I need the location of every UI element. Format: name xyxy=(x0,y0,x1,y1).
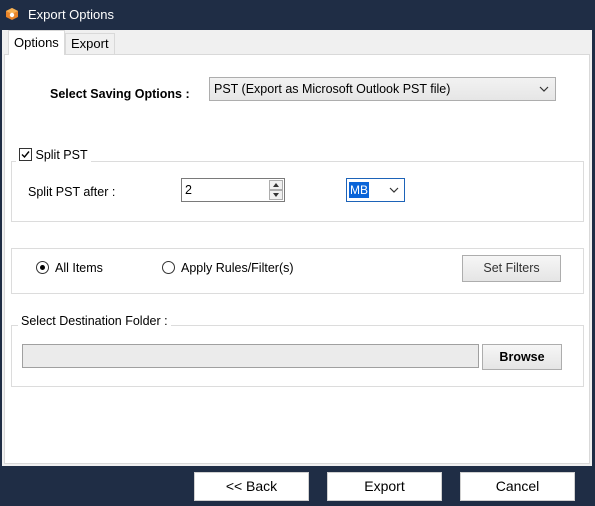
apply-rules-label: Apply Rules/Filter(s) xyxy=(181,261,294,275)
set-filters-button[interactable]: Set Filters xyxy=(462,255,561,282)
chevron-down-icon xyxy=(389,181,399,202)
tab-strip: Options Export xyxy=(2,30,592,55)
back-button[interactable]: << Back xyxy=(194,472,309,501)
browse-button[interactable]: Browse xyxy=(482,344,562,370)
caret-down-icon xyxy=(273,193,279,197)
window-title: Export Options xyxy=(28,7,114,22)
destination-legend: Select Destination Folder : xyxy=(18,314,171,328)
app-icon xyxy=(4,6,20,22)
destination-path-input[interactable] xyxy=(22,344,479,368)
all-items-label: All Items xyxy=(55,261,103,275)
cancel-button[interactable]: Cancel xyxy=(460,472,575,501)
checkmark-icon xyxy=(21,151,30,159)
saving-options-value: PST (Export as Microsoft Outlook PST fil… xyxy=(214,82,451,96)
saving-options-select[interactable]: PST (Export as Microsoft Outlook PST fil… xyxy=(209,77,556,101)
apply-rules-radio[interactable] xyxy=(162,261,175,274)
split-size-value: 2 xyxy=(185,183,192,197)
split-unit-select[interactable]: MB xyxy=(346,178,405,202)
stepper-up-button[interactable] xyxy=(269,180,283,190)
stepper-buttons xyxy=(269,180,283,200)
saving-options-label: Select Saving Options : xyxy=(50,87,190,101)
export-options-window: Export Options Options Export Select Sav… xyxy=(0,0,595,506)
dialog-body: Options Export Select Saving Options : P… xyxy=(2,30,592,466)
split-size-stepper[interactable]: 2 xyxy=(181,178,285,202)
stepper-down-button[interactable] xyxy=(269,190,283,200)
chevron-down-icon xyxy=(539,78,549,108)
split-pst-checkbox[interactable] xyxy=(19,148,32,161)
export-button[interactable]: Export xyxy=(327,472,442,501)
tab-export[interactable]: Export xyxy=(65,33,115,55)
split-unit-value: MB xyxy=(349,182,369,198)
all-items-radio[interactable] xyxy=(36,261,49,274)
split-pst-label: Split PST xyxy=(35,148,88,162)
split-after-label: Split PST after : xyxy=(28,185,116,199)
radio-selected-dot xyxy=(40,265,45,270)
tab-options[interactable]: Options xyxy=(8,30,65,55)
caret-up-icon xyxy=(273,183,279,187)
split-pst-legend: Split PST xyxy=(16,148,91,162)
title-bar: Export Options xyxy=(0,0,595,30)
